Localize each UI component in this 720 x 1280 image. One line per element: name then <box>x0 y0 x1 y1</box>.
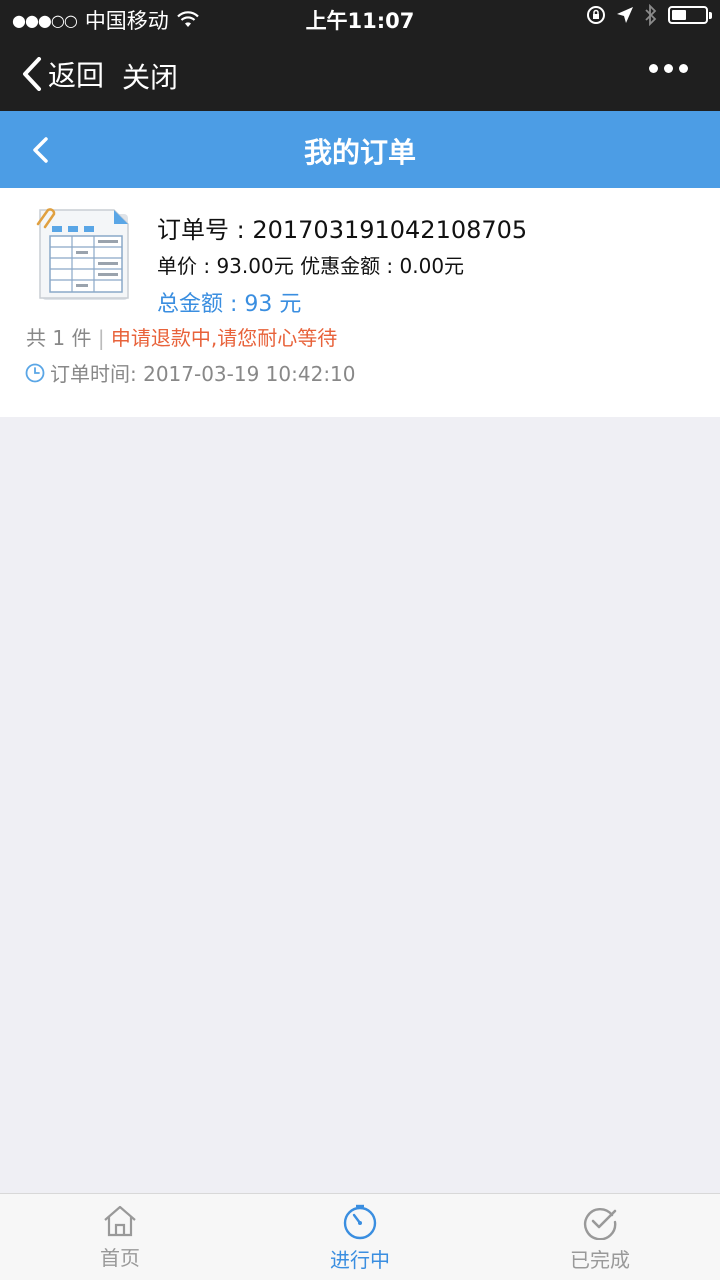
chevron-left-icon <box>23 57 41 91</box>
tab-home-label: 首页 <box>100 1246 140 1270</box>
check-circle-icon <box>584 1208 617 1240</box>
back-button[interactable]: 返回 <box>22 54 104 94</box>
order-total: 总金额 : 93 元 <box>157 292 302 317</box>
browser-nav-bar: 返回 关闭 <box>0 36 720 111</box>
battery-icon <box>668 6 712 24</box>
item-count: 共 1 件 <box>26 326 92 350</box>
home-icon <box>104 1205 136 1237</box>
tab-in-progress[interactable]: 进行中 <box>290 1204 430 1273</box>
location-icon <box>617 7 633 23</box>
order-price-line: 单价 : 93.00元 优惠金额 : 0.00元 <box>157 254 465 278</box>
status-bar: ●●●○○ 中国移动 上午11:07 <box>0 0 720 36</box>
order-document-icon <box>36 208 129 300</box>
order-time-line: 订单时间: 2017-03-19 10:42:10 <box>24 358 356 387</box>
page-title: 我的订单 <box>303 136 416 169</box>
tab-completed[interactable]: 已完成 <box>530 1204 670 1273</box>
tab-in-progress-label: 进行中 <box>330 1248 390 1272</box>
dot-icon <box>649 64 658 73</box>
dot-icon <box>664 64 673 73</box>
tab-home[interactable]: 首页 <box>50 1204 190 1271</box>
back-label: 返回 <box>48 59 105 92</box>
dot-icon <box>679 64 688 73</box>
clock-icon <box>25 363 45 382</box>
order-card[interactable]: 订单号 : 201703191042108705 单价 : 93.00元 优惠金… <box>0 188 720 417</box>
refund-status: 申请退款中,请您耐心等待 <box>110 326 338 350</box>
timer-icon <box>343 1204 377 1240</box>
close-button[interactable]: 关闭 <box>122 56 178 96</box>
separator: | <box>97 326 105 350</box>
rotation-lock-icon <box>587 6 605 24</box>
order-number: 订单号 : 201703191042108705 <box>157 216 528 244</box>
order-status-line: 共 1 件 | 申请退款中,请您耐心等待 <box>26 322 337 351</box>
more-menu-button[interactable] <box>649 64 688 73</box>
bluetooth-icon <box>645 4 657 26</box>
order-time: 订单时间: 2017-03-19 10:42:10 <box>50 362 356 386</box>
page-header: 我的订单 <box>0 111 720 188</box>
tab-completed-label: 已完成 <box>570 1248 630 1272</box>
tab-bar: 首页 进行中 已完成 <box>0 1193 720 1280</box>
